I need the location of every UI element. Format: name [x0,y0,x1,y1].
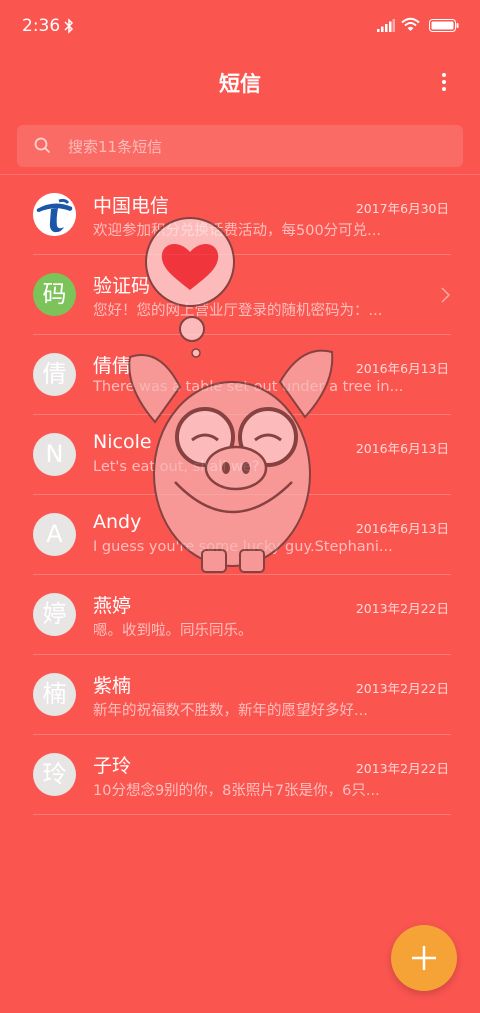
sender-name: 燕婷 [93,595,132,617]
message-date: 2013年2月22日 [355,761,449,776]
china-telecom-logo-icon [33,193,76,236]
search-input[interactable]: 搜索11条短信 [17,125,463,167]
wifi-icon [401,17,420,31]
message-date: 2016年6月13日 [355,441,449,456]
sender-name: 紫楠 [93,675,132,697]
message-date: 2016年6月13日 [355,521,449,536]
search-placeholder: 搜索11条短信 [68,138,163,156]
message-preview: 新年的祝福数不胜数，新年的愿望好多好... [93,703,368,719]
message-item-ziling[interactable]: 玲 子玲 2013年2月22日 10分想念9别的你，8张照片7张是你，6只... [0,735,480,815]
page-title: 短信 [219,72,261,96]
message-date: 2013年2月22日 [355,681,449,696]
status-time: 2:36 [22,16,61,36]
pig-heart-illustration [128,217,334,573]
search-icon [34,137,51,154]
chevron-right-icon [441,287,450,303]
plus-icon [412,946,436,970]
avatar: 婷 [33,593,76,636]
message-date: 2017年6月30日 [355,201,449,216]
more-options-button[interactable] [434,70,454,98]
avatar: 倩 [33,353,76,396]
avatar: 玲 [33,753,76,796]
avatar: A [33,513,76,556]
new-message-button[interactable] [391,925,457,991]
message-preview: 10分想念9别的你，8张照片7张是你，6只... [93,783,380,799]
sender-name: 子玲 [93,755,132,777]
message-preview: 嗯。收到啦。同乐同乐。 [93,623,253,639]
bluetooth-icon [64,18,74,34]
avatar: N [33,433,76,476]
message-date: 2016年6月13日 [355,361,449,376]
china-telecom-logo-avatar [33,193,76,236]
message-date: 2013年2月22日 [355,601,449,616]
message-item-yanting[interactable]: 婷 燕婷 2013年2月22日 嗯。收到啦。同乐同乐。 [0,575,480,655]
avatar: 码 [33,273,76,316]
avatar: 楠 [33,673,76,716]
message-item-zinan[interactable]: 楠 紫楠 2013年2月22日 新年的祝福数不胜数，新年的愿望好多好... [0,655,480,735]
battery-icon [429,19,459,32]
signal-icon [377,19,395,32]
status-bar: 2:36 [0,0,480,52]
more-icon [442,73,446,77]
